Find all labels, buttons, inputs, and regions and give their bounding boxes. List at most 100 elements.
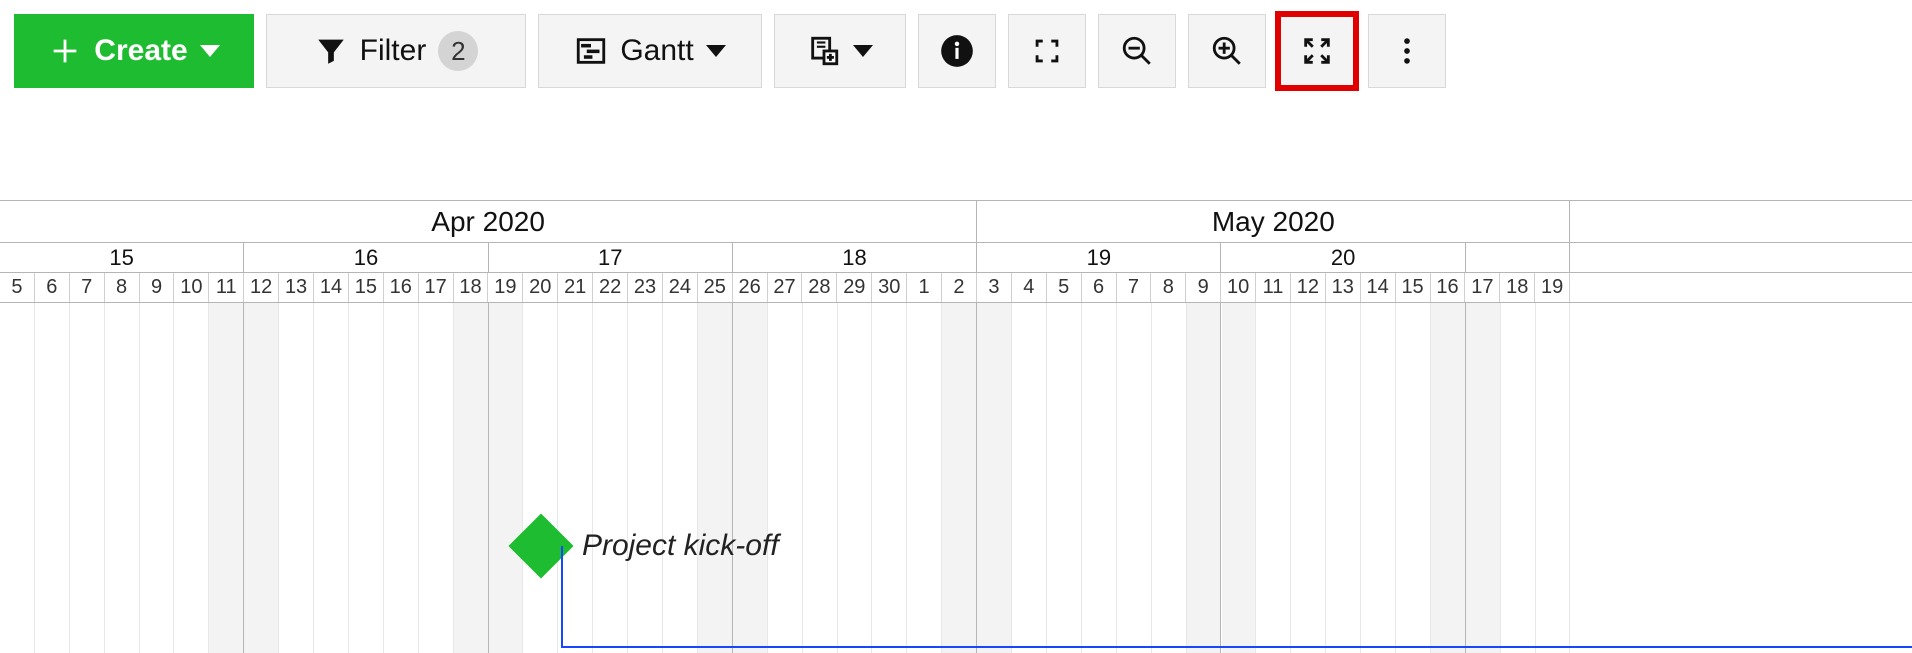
fullscreen-button[interactable] bbox=[1008, 14, 1086, 88]
timeline-day-column bbox=[907, 303, 942, 653]
timeline-body[interactable]: Project kick-off bbox=[0, 303, 1912, 653]
timeline-day-column bbox=[1012, 303, 1047, 653]
timeline-day-header: 5 bbox=[0, 273, 35, 302]
timeline-day-header: 25 bbox=[698, 273, 733, 302]
timeline-day-header: 22 bbox=[593, 273, 628, 302]
timeline-day-header: 7 bbox=[70, 273, 105, 302]
timeline-day-header: 5 bbox=[1047, 273, 1082, 302]
timeline-day-column bbox=[558, 303, 593, 653]
timeline-day-column bbox=[1256, 303, 1291, 653]
create-button-label: Create bbox=[94, 34, 187, 68]
timeline-day-column bbox=[1396, 303, 1431, 653]
timeline-day-header: 10 bbox=[1221, 273, 1256, 302]
timeline-day-header: 9 bbox=[140, 273, 175, 302]
timeline-day-column bbox=[942, 303, 977, 653]
timeline-day-column bbox=[279, 303, 314, 653]
filter-icon bbox=[314, 34, 348, 68]
timeline-day-column bbox=[1291, 303, 1326, 653]
timeline-day-header: 26 bbox=[733, 273, 768, 302]
timeline-day-header: 12 bbox=[1291, 273, 1326, 302]
milestone-diamond-icon bbox=[508, 513, 573, 578]
timeline-day-column bbox=[1047, 303, 1082, 653]
timeline-day-header: 12 bbox=[244, 273, 279, 302]
timeline-day-column bbox=[244, 303, 279, 653]
timeline-day-column bbox=[524, 303, 559, 653]
timeline-day-header: 30 bbox=[872, 273, 907, 302]
fullscreen-icon bbox=[1030, 34, 1064, 68]
timeline-day-column bbox=[733, 303, 768, 653]
timeline-day-column bbox=[1361, 303, 1396, 653]
timeline-week-header: 16 bbox=[244, 243, 488, 272]
timeline-day-header: 17 bbox=[419, 273, 454, 302]
timeline-day-header: 23 bbox=[628, 273, 663, 302]
timeline-day-column bbox=[1466, 303, 1501, 653]
timeline-day-header: 19 bbox=[488, 273, 523, 302]
templates-icon bbox=[807, 34, 841, 68]
view-switcher-button[interactable]: Gantt bbox=[538, 14, 762, 88]
timeline-day-column bbox=[140, 303, 175, 653]
timeline-day-header: 20 bbox=[523, 273, 558, 302]
timeline-day-header: 7 bbox=[1117, 273, 1152, 302]
timeline-day-header: 24 bbox=[663, 273, 698, 302]
timeline-day-column bbox=[768, 303, 803, 653]
info-button[interactable] bbox=[918, 14, 996, 88]
timeline-day-column bbox=[0, 303, 35, 653]
timeline-day-column bbox=[1326, 303, 1361, 653]
timeline-day-header: 6 bbox=[35, 273, 70, 302]
timeline-days-row: 5678910111213141516171819202122232425262… bbox=[0, 273, 1912, 303]
timeline-day-column bbox=[698, 303, 733, 653]
timeline-day-header: 8 bbox=[105, 273, 140, 302]
caret-down-icon bbox=[706, 45, 726, 57]
timeline-day-header: 13 bbox=[279, 273, 314, 302]
timeline-day-column bbox=[663, 303, 698, 653]
insert-templates-button[interactable] bbox=[774, 14, 906, 88]
timeline-day-column bbox=[454, 303, 489, 653]
timeline-day-column bbox=[1431, 303, 1466, 653]
timeline-day-column bbox=[1082, 303, 1117, 653]
timeline-day-header: 3 bbox=[977, 273, 1012, 302]
toolbar: Create Filter 2 Gantt bbox=[0, 0, 1912, 106]
timeline-months-row: Apr 2020May 2020 bbox=[0, 201, 1912, 243]
milestone-label: Project kick-off bbox=[582, 529, 779, 563]
zoom-out-button[interactable] bbox=[1098, 14, 1176, 88]
timeline-month-header: May 2020 bbox=[977, 201, 1570, 242]
timeline-day-header: 4 bbox=[1012, 273, 1047, 302]
timeline-day-header: 28 bbox=[802, 273, 837, 302]
timeline-week-header bbox=[1466, 243, 1571, 272]
timeline-day-header: 27 bbox=[768, 273, 803, 302]
more-menu-button[interactable] bbox=[1368, 14, 1446, 88]
zoom-in-icon bbox=[1210, 34, 1244, 68]
timeline-day-column bbox=[803, 303, 838, 653]
filter-button-label: Filter bbox=[360, 34, 427, 68]
view-switcher-label: Gantt bbox=[620, 34, 693, 68]
timeline-day-column bbox=[1187, 303, 1222, 653]
timeline-day-column bbox=[628, 303, 663, 653]
timeline-day-header: 16 bbox=[1431, 273, 1466, 302]
timeline-day-header: 11 bbox=[1256, 273, 1291, 302]
timeline-day-header: 15 bbox=[349, 273, 384, 302]
timeline-day-header: 14 bbox=[1361, 273, 1396, 302]
timeline-week-header: 19 bbox=[977, 243, 1221, 272]
zoom-fit-icon bbox=[1300, 34, 1334, 68]
milestone[interactable]: Project kick-off bbox=[518, 523, 779, 569]
filter-button[interactable]: Filter 2 bbox=[266, 14, 526, 88]
timeline-day-header: 18 bbox=[454, 273, 489, 302]
filter-count-badge: 2 bbox=[438, 31, 478, 71]
zoom-out-icon bbox=[1120, 34, 1154, 68]
timeline-week-header: 15 bbox=[0, 243, 244, 272]
timeline-weeks-row: 151617181920 bbox=[0, 243, 1912, 273]
timeline-day-header: 13 bbox=[1326, 273, 1361, 302]
zoom-in-button[interactable] bbox=[1188, 14, 1266, 88]
gantt-timeline[interactable]: Apr 2020May 2020 151617181920 5678910111… bbox=[0, 200, 1912, 653]
timeline-week-header: 20 bbox=[1221, 243, 1465, 272]
timeline-day-header: 2 bbox=[942, 273, 977, 302]
zoom-fit-button[interactable] bbox=[1278, 14, 1356, 88]
timeline-day-header: 10 bbox=[174, 273, 209, 302]
dependency-line bbox=[561, 546, 563, 646]
info-icon bbox=[938, 32, 976, 70]
timeline-day-column bbox=[175, 303, 210, 653]
timeline-day-column bbox=[70, 303, 105, 653]
timeline-day-header: 18 bbox=[1500, 273, 1535, 302]
create-button[interactable]: Create bbox=[14, 14, 254, 88]
timeline-day-header: 14 bbox=[314, 273, 349, 302]
